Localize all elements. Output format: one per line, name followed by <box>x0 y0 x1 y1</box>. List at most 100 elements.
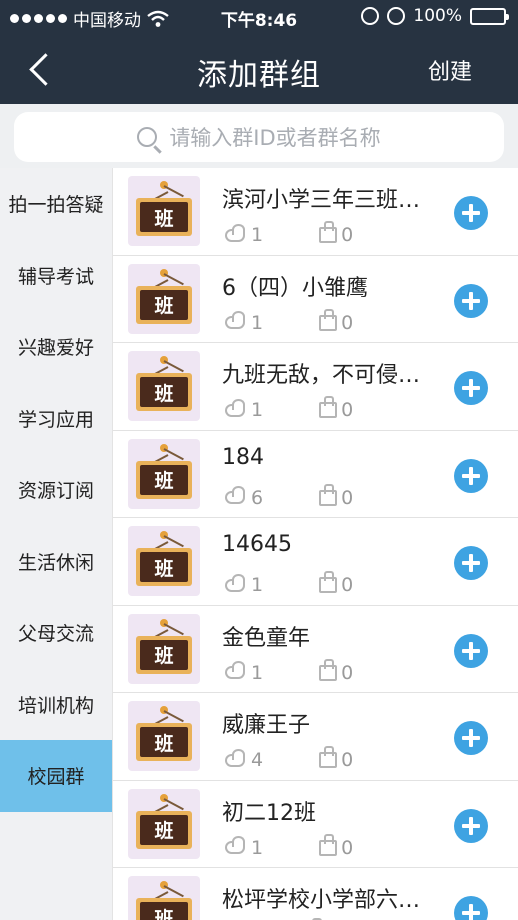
group-badge-text: 班 <box>140 727 188 757</box>
class-sign-icon: 班 <box>128 788 200 859</box>
group-stats: 1 0 <box>225 396 354 421</box>
group-list: 班 滨河小学三年三班… 1 0 班 6（四）小雏鹰 1 0 班 九班无敌，不可侵… <box>113 168 518 920</box>
like-count: 0 <box>341 224 354 246</box>
list-item[interactable]: 班 松坪学校小学部六… <box>113 868 518 920</box>
group-name: 威廉王子 <box>222 713 311 738</box>
members-icon <box>225 748 245 767</box>
member-count: 1 <box>251 311 264 334</box>
like-count: 0 <box>341 836 354 859</box>
battery-percent: 100% <box>413 6 462 26</box>
members-icon <box>225 311 245 329</box>
alarm-icon <box>387 7 406 25</box>
like-count: 0 <box>341 311 354 334</box>
member-count: 1 <box>251 224 264 246</box>
sidebar-item-training[interactable]: 培训机构 <box>0 669 112 741</box>
rotation-lock-icon <box>361 7 380 25</box>
create-button[interactable]: 创建 <box>428 54 472 86</box>
list-item[interactable]: 班 6（四）小雏鹰 1 0 <box>113 256 518 343</box>
class-sign-icon: 班 <box>128 176 200 246</box>
add-group-button[interactable] <box>454 546 488 580</box>
member-count: 1 <box>251 661 264 684</box>
members-icon <box>225 836 245 854</box>
group-name: 14645 <box>222 532 292 557</box>
group-badge-text: 班 <box>140 814 188 845</box>
search-bar: 请输入群ID或者群名称 <box>0 104 518 168</box>
add-group-button[interactable] <box>454 371 488 405</box>
like-icon <box>319 746 338 768</box>
add-group-button[interactable] <box>454 458 488 493</box>
group-badge-text: 班 <box>140 464 188 495</box>
group-name: 184 <box>222 444 264 470</box>
list-item[interactable]: 班 初二12班 1 0 <box>113 781 518 868</box>
add-group-button[interactable] <box>454 721 488 755</box>
list-item[interactable]: 班 14645 1 0 <box>113 518 518 606</box>
list-item[interactable]: 班 184 6 0 <box>113 431 518 518</box>
like-count: 0 <box>341 486 354 509</box>
like-count: 0 <box>341 574 354 596</box>
group-name: 九班无敌，不可侵… <box>222 363 421 388</box>
list-item[interactable]: 班 九班无敌，不可侵… 1 0 <box>113 343 518 431</box>
members-icon <box>225 398 245 417</box>
group-stats: 1 0 <box>225 221 354 246</box>
group-stats: 1 0 <box>225 571 354 596</box>
nav-bar: 添加群组 创建 <box>0 34 518 104</box>
group-badge-text: 班 <box>140 552 188 582</box>
add-group-button[interactable] <box>454 196 488 230</box>
group-stats: 1 0 <box>225 833 354 859</box>
group-name: 初二12班 <box>222 800 316 826</box>
member-count: 1 <box>251 836 264 859</box>
group-badge-text: 班 <box>140 289 188 320</box>
class-sign-icon: 班 <box>128 438 200 509</box>
sidebar-item-resources[interactable]: 资源订阅 <box>0 454 112 526</box>
members-icon <box>225 486 245 504</box>
search-placeholder: 请输入群ID或者群名称 <box>169 126 381 150</box>
members-icon <box>225 661 245 679</box>
add-group-button[interactable] <box>454 896 488 920</box>
sidebar-item-parents[interactable]: 父母交流 <box>0 597 112 669</box>
member-count: 1 <box>251 574 264 596</box>
sidebar-item-exam[interactable]: 辅导考试 <box>0 240 112 312</box>
like-icon <box>319 308 338 331</box>
add-group-button[interactable] <box>454 633 488 668</box>
group-badge-text: 班 <box>140 202 188 232</box>
class-sign-icon: 班 <box>128 876 200 920</box>
group-stats: 6 0 <box>225 483 354 509</box>
members-icon <box>225 573 245 592</box>
add-group-button[interactable] <box>454 283 488 318</box>
member-count: 1 <box>251 399 264 421</box>
like-count: 0 <box>341 749 354 771</box>
sidebar-item-study-app[interactable]: 学习应用 <box>0 383 112 455</box>
members-icon <box>225 223 245 242</box>
header: 中国移动 下午8:46 100% 添加群组 创建 <box>0 0 518 104</box>
member-count: 6 <box>251 486 264 509</box>
group-name: 松坪学校小学部六… <box>222 888 421 913</box>
add-group-button[interactable] <box>454 808 488 843</box>
battery-icon <box>470 7 509 25</box>
group-badge-text: 班 <box>140 902 188 920</box>
sidebar-item-leisure[interactable]: 生活休闲 <box>0 526 112 598</box>
like-count: 0 <box>341 399 354 421</box>
group-name: 6（四）小雏鹰 <box>222 275 368 301</box>
list-item[interactable]: 班 滨河小学三年三班… 1 0 <box>113 168 518 256</box>
like-icon <box>319 833 338 856</box>
like-icon <box>319 396 338 418</box>
sidebar-item-qa[interactable]: 拍一拍答疑 <box>0 168 112 240</box>
search-input[interactable]: 请输入群ID或者群名称 <box>14 112 504 162</box>
sidebar-item-hobby[interactable]: 兴趣爱好 <box>0 311 112 383</box>
like-icon <box>319 658 338 681</box>
member-count: 4 <box>251 749 264 771</box>
category-sidebar: 拍一拍答疑 辅导考试 兴趣爱好 学习应用 资源订阅 生活休闲 父母交流 培训机构… <box>0 168 113 920</box>
like-icon <box>319 483 338 506</box>
class-sign-icon: 班 <box>128 263 200 334</box>
like-icon <box>319 221 338 243</box>
group-stats: 1 0 <box>225 658 354 684</box>
group-badge-text: 班 <box>140 639 188 670</box>
like-icon <box>319 571 338 593</box>
list-item[interactable]: 班 威廉王子 4 0 <box>113 693 518 781</box>
like-count: 0 <box>341 661 354 684</box>
group-name: 滨河小学三年三班… <box>222 188 421 213</box>
status-right: 100% <box>361 6 509 26</box>
group-badge-text: 班 <box>140 377 188 407</box>
sidebar-item-campus[interactable]: 校园群 <box>0 740 112 812</box>
list-item[interactable]: 班 金色童年 1 0 <box>113 606 518 693</box>
